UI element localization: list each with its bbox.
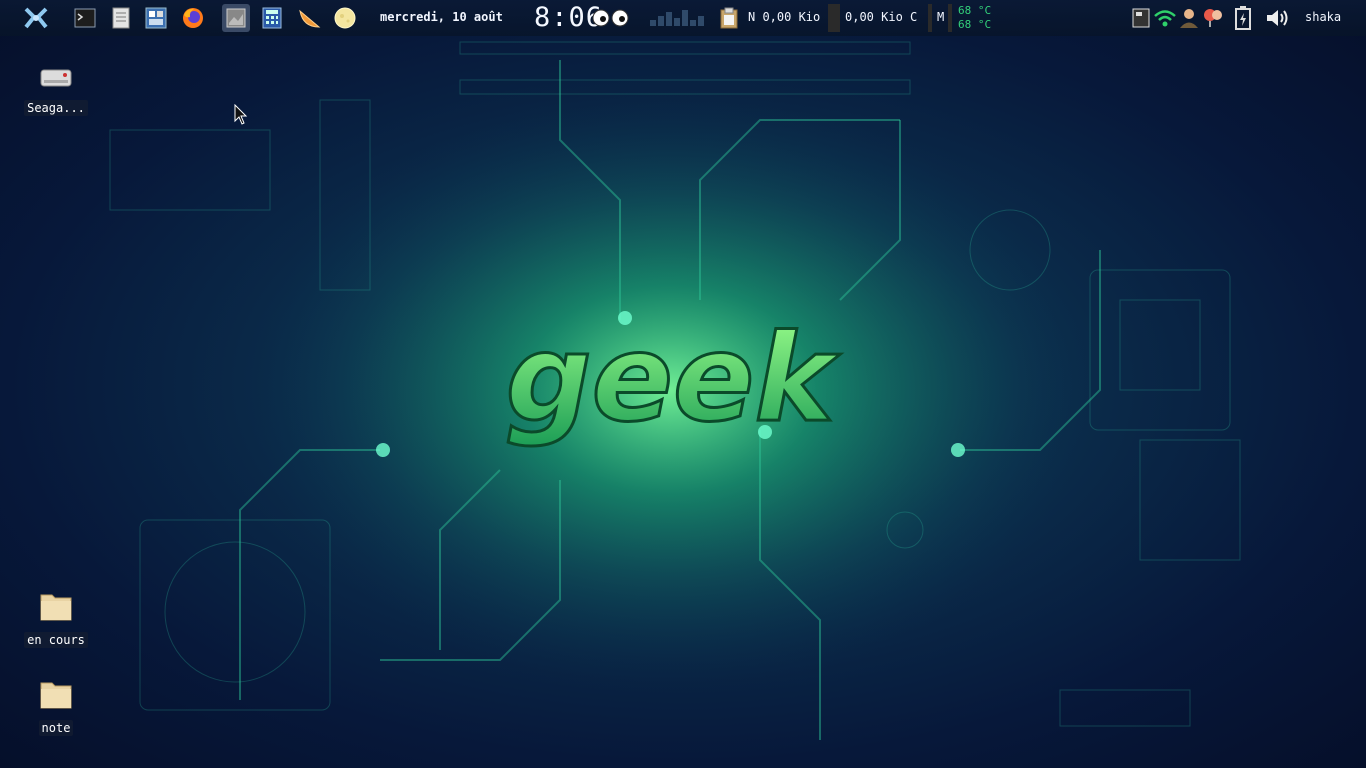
memory-meter [948,4,952,32]
username-label[interactable]: shaka [1305,10,1341,24]
xfce-menu-icon[interactable] [22,4,50,32]
battery-icon[interactable] [1229,4,1257,32]
image-viewer-icon[interactable] [222,4,250,32]
desktop-icon-folder-en-cours[interactable]: en cours [20,588,92,648]
desktop-icon-drive[interactable]: Seaga... [20,62,92,116]
folder-icon [40,682,72,709]
orange-slice-icon[interactable] [295,4,323,32]
text-editor-icon[interactable] [107,4,135,32]
notification-tray-icon[interactable] [1199,4,1227,32]
drive-icon [40,69,72,87]
file-manager-icon[interactable] [142,4,170,32]
panel-date[interactable]: mercredi, 10 août [380,10,503,24]
wallpaper-logo: geek [506,310,841,449]
mouse-cursor [234,104,248,125]
cpu-meter [928,4,932,32]
calculator-icon[interactable] [258,4,286,32]
volume-icon[interactable] [1264,4,1292,32]
network-out-text: 0,00 Kio C [845,10,918,24]
clipboard-icon[interactable] [715,4,743,32]
firefox-icon[interactable] [179,4,207,32]
desktop-icon-label: Seaga... [24,100,88,116]
folder-icon [40,594,72,621]
pixel-graph [648,6,708,30]
desktop-icon-label: en cours [24,632,88,648]
terminal-icon[interactable] [71,4,99,32]
desktop-wallpaper: geek [0,0,1366,768]
network-in-meter [828,4,840,32]
desktop-icon-folder-note[interactable]: note [20,676,92,736]
desktop-icon-label: note [38,720,74,736]
moon-icon[interactable] [331,4,359,32]
temperature-2: 68 °C [958,18,992,31]
top-panel: mercredi, 10 août 8:06 N 0,00 Kio 0,00 K… [0,0,1366,36]
eyes-icon [592,4,630,32]
network-in-text: N 0,00 Kio [748,10,821,24]
temperature-1: 68 °C [958,4,992,17]
memory-label: M [937,10,945,24]
